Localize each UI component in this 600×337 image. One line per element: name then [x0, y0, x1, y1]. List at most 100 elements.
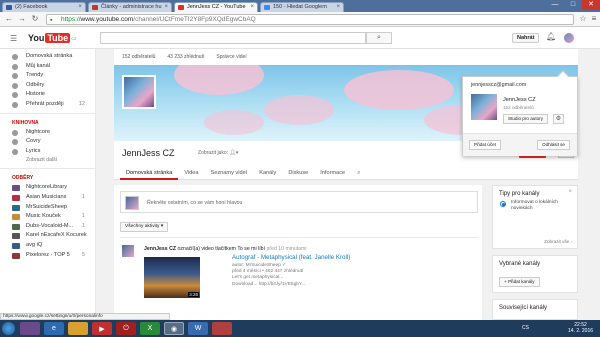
sidebar-item[interactable]: Covry [0, 137, 95, 147]
excel-taskbar-icon[interactable]: X [140, 322, 160, 335]
minimize-button[interactable]: — [546, 0, 564, 10]
media-taskbar-icon[interactable]: ▶ [92, 322, 112, 335]
tip-item[interactable]: × Informovat o lokálních novinkách [493, 189, 577, 212]
language-indicator[interactable]: CS [522, 325, 529, 331]
clock-icon [12, 101, 18, 108]
search-input[interactable] [100, 32, 366, 44]
account-avatar[interactable] [564, 33, 574, 43]
sidebar-item-label: Nightcore [26, 128, 50, 135]
sidebar-item[interactable]: avg iQ [0, 241, 95, 251]
tab-strip: (2) Facebook × Články - administrace hu × Je… [0, 0, 600, 12]
reload-icon[interactable]: ↻ [30, 14, 40, 24]
start-button[interactable] [2, 322, 15, 335]
explorer-taskbar-icon[interactable] [68, 322, 88, 335]
channel-search-tab[interactable]: ⌕ [351, 166, 366, 180]
sidebar-item[interactable]: Music Kouček 1 [0, 212, 95, 222]
sidebar-item[interactable]: Karel nEscafeX Kocurek [0, 231, 95, 241]
popup-channel-name: JennJess CZ [503, 97, 536, 103]
search-button[interactable]: ⌕ [366, 32, 392, 44]
app2-taskbar-icon[interactable] [212, 322, 232, 335]
channel-tab[interactable]: Diskuse [282, 166, 314, 180]
sidebar-item[interactable]: NightcoreLibrary [0, 183, 95, 193]
channel-tab[interactable]: Domovská stránka [120, 166, 179, 180]
channel-tab[interactable]: Videa [178, 166, 204, 180]
menu-icon[interactable]: ≡ [589, 14, 599, 24]
all-activity-dropdown[interactable]: Všechny aktivity ▾ [120, 222, 169, 232]
channel-tab[interactable]: Informace [314, 166, 351, 180]
sidebar-item[interactable]: Dubs-Vocaloid-M... 1 [0, 222, 95, 232]
taskbar-clock[interactable]: 22:52 14. 2. 2016 [568, 322, 593, 334]
browser-tab[interactable]: 150 - Hledat Googlem × [260, 2, 344, 12]
youtube-logo[interactable]: You Tube CZ [28, 32, 77, 44]
chrome-taskbar-icon[interactable]: ◉ [164, 322, 184, 335]
sidebar-item[interactable]: Domovská stránka [0, 52, 95, 62]
logout-button[interactable]: Odhlásit se [537, 140, 570, 150]
video-thumbnail[interactable]: 3:26 [144, 257, 200, 298]
creator-studio-button[interactable]: Studio pro autory [503, 114, 548, 124]
add-channels-button[interactable]: + Přidat kanály [499, 277, 540, 287]
person-icon: 👤︎▾ [229, 150, 239, 156]
close-tab-icon[interactable]: × [250, 4, 254, 10]
star-icon[interactable]: ☆ [578, 14, 588, 24]
youtube-header: ☰ You Tube CZ ⌕ Nahrát 🔔︎ [0, 27, 600, 49]
add-account-button[interactable]: Přidat účet [469, 140, 501, 150]
youtube-page: ☰ You Tube CZ ⌕ Nahrát 🔔︎ Domovská strán… [0, 27, 600, 320]
sidebar-item[interactable]: Lyrics [0, 147, 95, 157]
post-user[interactable]: JennJess CZ [144, 246, 176, 252]
video-title-link[interactable]: Autograf - Metaphysical (feat. Janelle K… [232, 254, 350, 261]
logo-region: CZ [71, 35, 77, 41]
video-manager-link[interactable]: Správce videí [216, 54, 246, 60]
close-tab-icon[interactable]: × [78, 4, 82, 10]
channel-thumb-icon [12, 185, 20, 192]
channel-thumb-icon [12, 252, 20, 259]
sidebar-item[interactable]: Můj kanál [0, 62, 95, 72]
gear-icon[interactable]: ⚙ [553, 114, 564, 124]
browser-tab[interactable]: Články - administrace hu × [88, 2, 172, 12]
favicon-icon [178, 5, 184, 10]
favicon-icon [6, 5, 12, 10]
channel-avatar[interactable] [122, 75, 156, 109]
sidebar-item[interactable]: Nightcore [0, 128, 95, 138]
app-taskbar-icon[interactable] [20, 322, 40, 335]
popup-subscribers: 152 odběratelů [503, 105, 534, 110]
channel-tab[interactable]: Seznamy videí [205, 166, 254, 180]
show-more-link[interactable]: Zobrazit další [0, 156, 95, 165]
notifications-bell-icon[interactable]: 🔔︎ [546, 32, 556, 41]
channel-tab[interactable]: Kanály [253, 166, 282, 180]
close-icon[interactable]: × [568, 189, 572, 196]
browser-tab[interactable]: JennJess CZ - YouTube × [174, 2, 258, 12]
word-taskbar-icon[interactable]: W [188, 322, 208, 335]
channel-thumb-icon [12, 148, 18, 155]
back-arrow-icon[interactable]: ← [4, 14, 14, 24]
share-box[interactable]: Řekněte ostatním, co se vám honí hlavou [120, 191, 478, 213]
sidebar-item-label: avg iQ [26, 241, 43, 248]
popup-avatar[interactable] [471, 94, 497, 120]
close-tab-icon[interactable]: × [336, 4, 340, 10]
sidebar-item[interactable]: Asian Musicians 1 [0, 193, 95, 203]
power-taskbar-icon[interactable]: ⏻ [116, 322, 136, 335]
sidebar-item[interactable]: Přehrát později 12 [0, 100, 95, 110]
forward-arrow-icon[interactable]: → [17, 14, 27, 24]
close-tab-icon[interactable]: × [164, 4, 168, 10]
ie-taskbar-icon[interactable]: e [44, 322, 64, 335]
post-avatar[interactable] [122, 245, 134, 257]
show-as-dropdown[interactable]: Zobrazit jako: 👤︎▾ [198, 150, 238, 156]
subscriptions-heading: ODBĚRY [12, 175, 34, 182]
upload-button[interactable]: Nahrát [512, 33, 540, 43]
url-scheme: https:// [61, 16, 81, 23]
show-all-tips-link[interactable]: Zobrazit vše › [544, 239, 572, 244]
browser-tab[interactable]: (2) Facebook × [2, 2, 86, 12]
guide-menu-icon[interactable]: ☰ [10, 34, 17, 43]
sidebar-item[interactable]: Odběry [0, 81, 95, 91]
maximize-button[interactable]: □ [564, 0, 582, 10]
sidebar-item[interactable]: Pixelorez - TOP 5 5 [0, 251, 95, 261]
tip-text: Informovat o lokálních novinkách [511, 200, 558, 211]
sidebar-item[interactable]: Trendy [0, 71, 95, 81]
activity-feed: Řekněte ostatním, co se vám honí hlavou … [114, 185, 482, 320]
sidebar-item[interactable]: MrSuicideSheep [0, 203, 95, 213]
sidebar-count: 1 [81, 213, 85, 220]
sidebar-item[interactable]: Historie [0, 90, 95, 100]
close-window-button[interactable]: ✕ [582, 0, 600, 10]
url-host: www.youtube.com [80, 16, 134, 23]
address-bar[interactable]: ▪ https://www.youtube.com/channel/UCtFme… [46, 14, 574, 25]
